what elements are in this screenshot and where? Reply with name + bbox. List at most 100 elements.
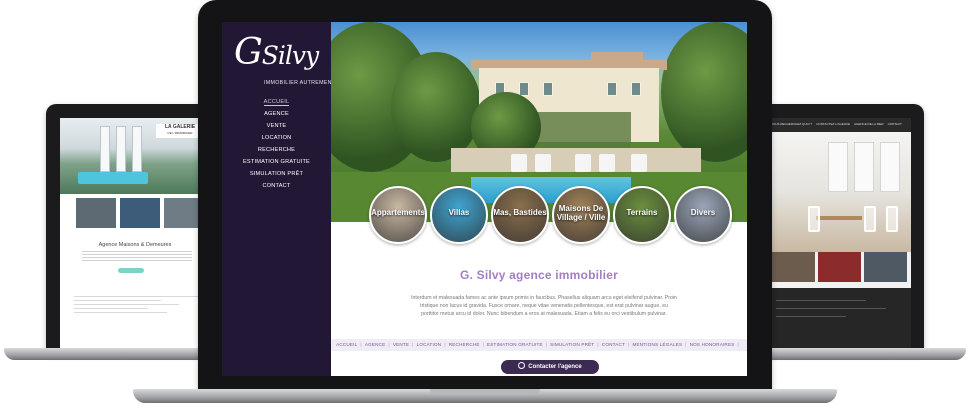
footer-link[interactable]: ACCUEIL — [336, 342, 357, 347]
menu-item-label: CONTACT — [262, 183, 291, 189]
right-hero-image — [768, 132, 911, 252]
tree-shape — [661, 22, 747, 162]
footer-link[interactable]: CONTACT — [602, 342, 625, 347]
right-nav-item[interactable]: AGENCE DE LA MER — [854, 122, 884, 128]
footer-link[interactable]: LOCATION — [417, 342, 442, 347]
window-shape — [116, 126, 126, 172]
chair-shape — [864, 206, 876, 232]
menu-item-contact[interactable]: CONTACT — [222, 180, 331, 192]
menu-item-estimation[interactable]: ESTIMATION GRATUITE — [222, 156, 331, 168]
footer-link[interactable]: MENTIONS LÉGALES — [632, 342, 682, 347]
main-menu: ACCUEIL AGENCE VENTE LOCATION RECHERCHE … — [222, 96, 331, 192]
window-shape — [631, 82, 641, 96]
menu-item-recherche[interactable]: RECHERCHE — [222, 144, 331, 156]
right-nav-item[interactable]: VOUS RECHERCHEZ QUOI ? — [771, 122, 812, 128]
category-label: Terrains — [626, 208, 658, 217]
right-thumbnail[interactable] — [818, 252, 861, 282]
window-shape — [854, 142, 874, 192]
category-villas[interactable]: Villas — [430, 186, 488, 244]
sidebar: GSilvy IMMOBILIER AUTREMENT ACCUEIL AGEN… — [222, 22, 335, 376]
left-thumbnails — [76, 198, 204, 228]
left-site-logo[interactable]: LA GALERIE DE L'IMMOBILIER — [156, 124, 204, 138]
lounger-shape — [575, 154, 591, 172]
right-nav-item[interactable]: CONTACTEZ L'AGENCE — [816, 122, 850, 128]
tree-shape — [391, 52, 481, 162]
category-label: Mas, Bastides — [493, 208, 547, 217]
page-title: G. Silvy agence immobilier — [460, 268, 618, 282]
left-logo-sub: DE L'IMMOBILIER — [167, 131, 193, 135]
footer-nav: ACCUEIL | AGENCE | VENTE | LOCATION | RECHER… — [331, 339, 747, 351]
brand-logo[interactable]: GSilvy IMMOBILIER AUTREMENT — [234, 35, 335, 87]
right-thumbnail[interactable] — [864, 252, 907, 282]
contact-button-label: Contacter l'agence — [528, 364, 582, 370]
category-maisons-village[interactable]: Maisons De Village / Ville — [552, 186, 610, 244]
category-divers[interactable]: Divers — [674, 186, 732, 244]
footer-link[interactable]: ESTIMATION GRATUITE — [487, 342, 543, 347]
chair-shape — [808, 206, 820, 232]
contact-agency-button[interactable]: Contacter l'agence — [501, 360, 599, 374]
left-thumbnail[interactable] — [120, 198, 160, 228]
left-thumbnail[interactable] — [76, 198, 116, 228]
brand-initial: G — [234, 32, 263, 73]
menu-item-label: SIMULATION PRÊT — [249, 171, 304, 177]
center-laptop-base — [133, 389, 837, 403]
right-thumbnails — [772, 252, 907, 282]
right-site-footer — [768, 288, 911, 348]
menu-item-simulation[interactable]: SIMULATION PRÊT — [222, 168, 331, 180]
left-laptop-base — [4, 348, 224, 360]
menu-item-agence[interactable]: AGENCE — [222, 108, 331, 120]
window-shape — [828, 142, 848, 192]
phone-icon — [518, 362, 526, 369]
menu-item-location[interactable]: LOCATION — [222, 132, 331, 144]
lounger-shape — [535, 154, 551, 172]
category-terrains[interactable]: Terrains — [613, 186, 671, 244]
window-shape — [543, 82, 553, 96]
left-site-text-lines — [82, 251, 192, 263]
lounger-shape — [631, 154, 647, 172]
lounger-shape — [511, 154, 527, 172]
category-circles: Appartements Villas Mas, Bastides Maison… — [369, 186, 732, 250]
right-laptop-screen: VOUS RECHERCHEZ QUOI ? CONTACTEZ L'AGENC… — [768, 118, 911, 348]
footer-link[interactable]: NOS HONORAIRES — [690, 342, 735, 347]
chair-shape — [886, 206, 898, 232]
menu-item-label: RECHERCHE — [257, 147, 296, 153]
menu-item-label: ACCUEIL — [263, 99, 290, 106]
menu-item-label: LOCATION — [261, 135, 292, 141]
category-label: Divers — [690, 208, 716, 217]
brand-name: Silvy — [261, 41, 319, 70]
category-label: Appartements — [371, 208, 425, 217]
brand-wordmark: GSilvy — [234, 35, 328, 71]
right-site-nav: VOUS RECHERCHEZ QUOI ? CONTACTEZ L'AGENC… — [768, 118, 911, 132]
window-shape — [607, 82, 617, 96]
left-site-title: Agence Maisons & Demeures — [98, 242, 172, 248]
left-logo-text: LA GALERIE — [164, 124, 196, 130]
left-hero-image: LA GALERIE DE L'IMMOBILIER — [60, 118, 210, 194]
footer-link[interactable]: SIMULATION PRÊT — [550, 342, 594, 347]
window-shape — [880, 142, 900, 192]
center-laptop-screen: GSilvy IMMOBILIER AUTREMENT ACCUEIL AGEN… — [222, 22, 747, 376]
table-shape — [816, 216, 862, 220]
brand-tagline: IMMOBILIER AUTREMENT — [264, 80, 336, 86]
footer-link[interactable]: VENTE — [393, 342, 409, 347]
window-shape — [100, 126, 110, 172]
intro-text: Interdum et malesuada fames ac ante ipsu… — [411, 295, 677, 317]
menu-item-accueil[interactable]: ACCUEIL — [222, 96, 331, 108]
category-label: Maisons De Village / Ville — [556, 204, 606, 222]
menu-item-label: VENTE — [266, 123, 287, 129]
category-mas-bastides[interactable]: Mas, Bastides — [491, 186, 549, 244]
right-thumbnail[interactable] — [772, 252, 815, 282]
trackpad-notch — [430, 389, 540, 395]
left-site-button[interactable] — [118, 268, 144, 273]
window-shape — [519, 82, 529, 96]
left-laptop-screen: LA GALERIE DE L'IMMOBILIER Agence Maison… — [60, 118, 210, 348]
right-laptop-base — [744, 348, 966, 360]
menu-item-label: ESTIMATION GRATUITE — [243, 159, 310, 165]
window-shape — [132, 126, 142, 172]
menu-item-vente[interactable]: VENTE — [222, 120, 331, 132]
category-appartements[interactable]: Appartements — [369, 186, 427, 244]
footer-link[interactable]: RECHERCHE — [449, 342, 480, 347]
footer-link[interactable]: AGENCE — [365, 342, 386, 347]
right-nav-item[interactable]: CONTACT — [888, 122, 902, 128]
category-label: Villas — [448, 208, 470, 217]
menu-item-label: AGENCE — [264, 111, 289, 117]
